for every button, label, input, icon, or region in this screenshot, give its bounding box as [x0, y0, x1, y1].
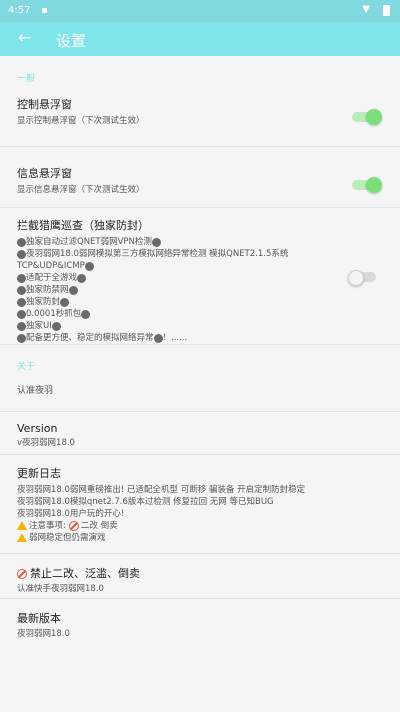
- setting-summary: 显示控制悬浮窗（下次测试生效）: [17, 116, 145, 126]
- switch-knob: [366, 177, 382, 193]
- list-item: 独家防禁网: [17, 284, 347, 296]
- ball-icon: [17, 321, 26, 331]
- list-item: 夜羽弱网18.0用户玩的开心!: [17, 509, 125, 519]
- list-item: 夜羽弱网18.0弱网重磅推出! 已适配全机型 可断移 骗装备 开启定制防封稳定: [17, 485, 306, 495]
- list-item: 夜羽弱网18.0模拟qnet2.7.6版本过检测 修复拉回 无网 等已知BUG: [17, 497, 274, 507]
- ball-icon: [17, 297, 26, 307]
- switch-knob: [366, 109, 382, 125]
- ball-icon: [68, 285, 78, 295]
- info-float-switch[interactable]: [352, 177, 382, 193]
- no-entry-icon: [17, 569, 27, 579]
- ball-icon: [151, 237, 161, 247]
- ball-icon: [17, 285, 26, 295]
- intercept-lines: 独家自动过滤QNET弱网VPN检测 夜羽弱网18.0弱网模拟第三方模拟网络异常检…: [17, 236, 347, 344]
- status-time: 4:57: [8, 5, 31, 16]
- ball-icon: [17, 333, 26, 343]
- ball-icon: [17, 249, 26, 259]
- setting-summary: 认准快手夜羽弱网18.0: [17, 584, 104, 594]
- list-item: 0.0001秒抓包: [17, 308, 347, 320]
- list-item: 弱网稳定但仍需演戏: [17, 532, 390, 544]
- warning-icon: [17, 521, 27, 530]
- setting-version[interactable]: Version v夜羽弱网18.0: [0, 412, 400, 454]
- notification-icon: [42, 8, 47, 13]
- setting-title: Version: [17, 422, 58, 435]
- list-item: 适配于全游戏: [17, 272, 347, 284]
- ball-icon: [17, 273, 26, 283]
- page-title: 设置: [56, 32, 87, 50]
- ball-icon: [51, 321, 61, 331]
- list-item: 独家防封: [17, 296, 347, 308]
- setting-latest-version[interactable]: 最新版本 夜羽弱网18.0: [0, 599, 400, 642]
- no-entry-icon: [68, 520, 79, 531]
- list-item: 配备更方便、稳定的模拟网络异常！......: [17, 332, 347, 344]
- control-float-switch[interactable]: [352, 109, 382, 125]
- setting-changelog[interactable]: 更新日志 夜羽弱网18.0弱网重磅推出! 已适配全机型 可断移 骗装备 开启定制…: [0, 455, 400, 543]
- warning-icon: [17, 533, 27, 542]
- setting-title: 控制悬浮窗: [17, 98, 72, 111]
- setting-title: 信息悬浮窗: [17, 167, 72, 180]
- setting-title-row: 禁止二改、泛滥、倒卖: [17, 565, 340, 581]
- back-arrow-icon[interactable]: ←: [18, 30, 31, 46]
- setting-title: 拦截猎鹰巡查（独家防封）: [17, 219, 149, 232]
- ball-icon: [60, 297, 70, 307]
- ball-icon: [77, 273, 87, 283]
- status-bar: 4:57 ▼: [0, 0, 400, 22]
- setting-intercept[interactable]: 拦截猎鹰巡查（独家防封） 独家自动过滤QNET弱网VPN检测 夜羽弱网18.0弱…: [0, 208, 400, 344]
- setting-info-float[interactable]: 信息悬浮窗 显示信息悬浮窗（下次测试生效）: [0, 156, 400, 207]
- ball-icon: [17, 309, 26, 319]
- list-item: 独家UI: [17, 320, 347, 332]
- setting-summary: v夜羽弱网18.0: [17, 438, 75, 448]
- changelog-lines: 夜羽弱网18.0弱网重磅推出! 已适配全机型 可断移 骗装备 开启定制防封稳定 …: [17, 484, 390, 544]
- setting-summary: 显示信息悬浮窗（下次测试生效）: [17, 185, 145, 195]
- intercept-switch[interactable]: [348, 270, 376, 286]
- divider: [0, 146, 400, 147]
- ball-icon: [84, 261, 94, 271]
- settings-list: 一般 控制悬浮窗 显示控制悬浮窗（下次测试生效） 信息悬浮窗 显示信息悬浮窗（下…: [0, 56, 400, 642]
- setting-title: 认准夜羽: [17, 386, 54, 396]
- switch-knob: [348, 270, 364, 286]
- list-item: 独家自动过滤QNET弱网VPN检测: [17, 236, 347, 248]
- setting-author[interactable]: 认准夜羽: [0, 375, 400, 411]
- list-item: TCP&UDP&ICMP: [17, 260, 347, 272]
- section-header-general: 一般: [17, 74, 36, 84]
- section-header-about: 关于: [17, 362, 36, 372]
- battery-icon: [383, 5, 390, 16]
- setting-title: 更新日志: [17, 467, 61, 480]
- setting-no-resale[interactable]: 禁止二改、泛滥、倒卖 认准快手夜羽弱网18.0: [0, 554, 400, 598]
- ball-icon: [153, 333, 163, 343]
- list-item: 注意事项: 二改 倒卖: [17, 520, 390, 532]
- toolbar: ← 设置: [0, 22, 400, 56]
- ball-icon: [81, 309, 91, 319]
- ball-icon: [17, 237, 26, 247]
- list-item: 夜羽弱网18.0弱网模拟第三方模拟网络异常检测 模拟QNET2.1.5系统: [17, 248, 347, 260]
- wifi-icon: ▼: [362, 4, 370, 15]
- setting-title: 最新版本: [17, 612, 61, 625]
- setting-control-float[interactable]: 控制悬浮窗 显示控制悬浮窗（下次测试生效）: [0, 87, 400, 138]
- setting-summary: 夜羽弱网18.0: [17, 629, 70, 639]
